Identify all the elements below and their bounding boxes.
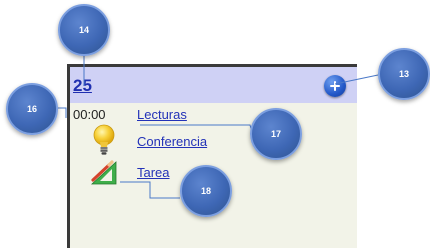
callout-line-16 [58, 107, 67, 118]
add-event-button[interactable] [324, 75, 346, 97]
day-number-link[interactable]: 25 [73, 76, 92, 96]
callout-badge-17: 17 [250, 108, 302, 160]
callout-badge-14: 14 [58, 4, 110, 56]
lightbulb-icon [93, 124, 115, 155]
day-header: 25 [70, 67, 357, 103]
pencil-ruler-icon [90, 160, 117, 185]
calendar-day-cell: 25 00:00 Lecturas Conferencia Tarea [67, 64, 357, 248]
event-link-conferencia[interactable]: Conferencia [137, 134, 207, 149]
event-time: 00:00 [73, 107, 106, 122]
callout-badge-18: 18 [180, 165, 232, 217]
callout-badge-13: 13 [378, 48, 430, 100]
callout-badge-16: 16 [6, 83, 58, 135]
event-link-lecturas[interactable]: Lecturas [137, 107, 187, 122]
event-link-tarea[interactable]: Tarea [137, 165, 170, 180]
